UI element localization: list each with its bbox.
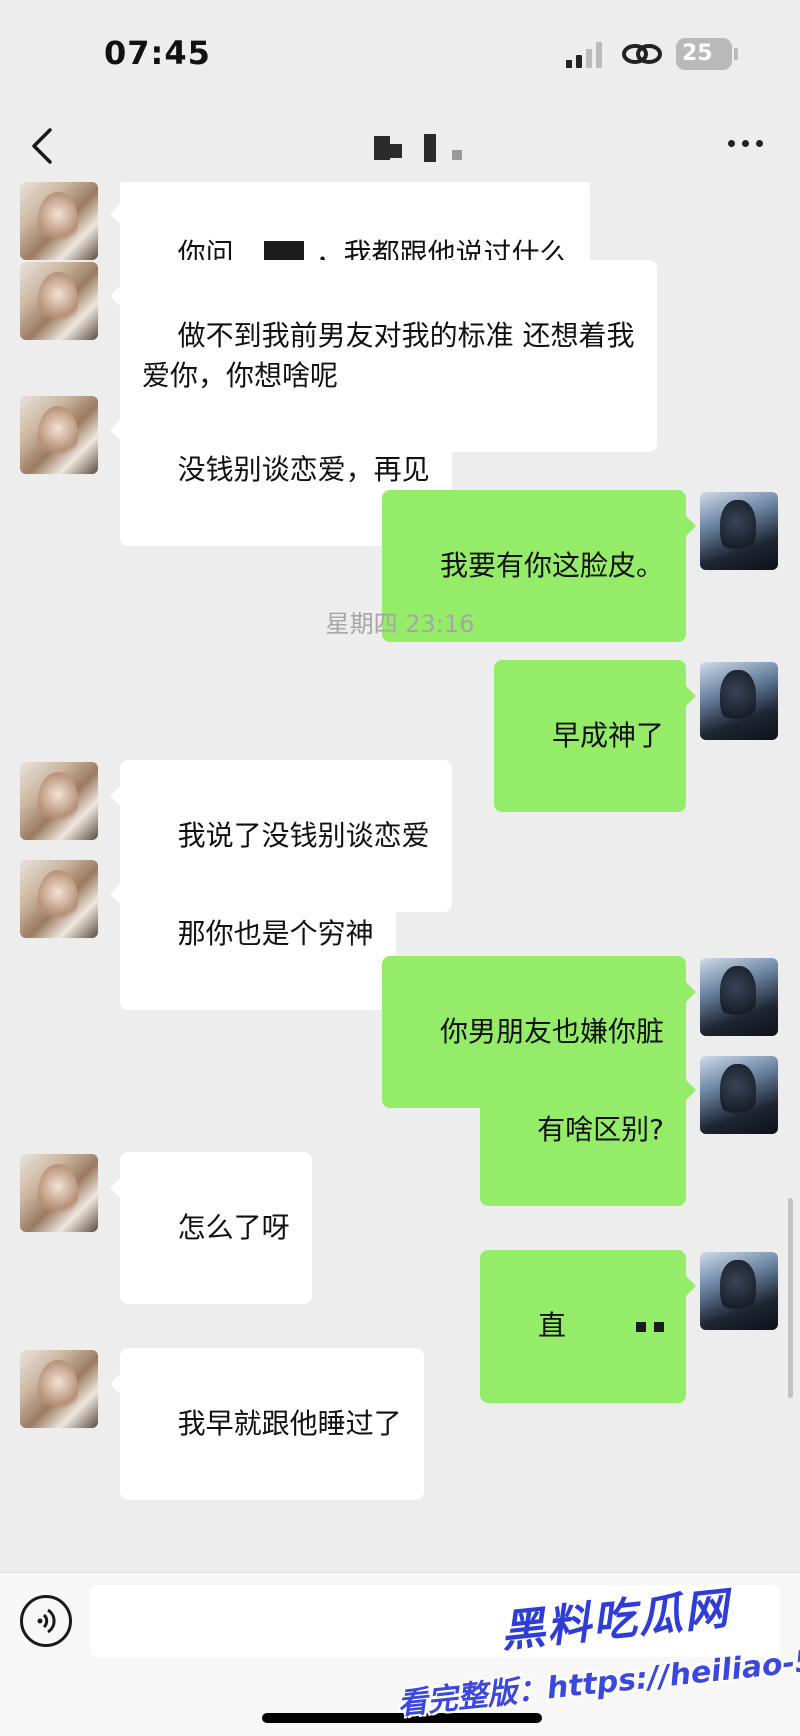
message-text: 怎么了呀 bbox=[177, 1211, 290, 1244]
contact-avatar[interactable] bbox=[20, 762, 98, 840]
battery-indicator: 25 bbox=[676, 38, 732, 70]
chat-timestamp: 星期四 23:16 bbox=[325, 610, 475, 638]
contact-avatar[interactable] bbox=[20, 262, 98, 340]
contact-avatar[interactable] bbox=[20, 396, 98, 474]
message-text: 我要有你这脸皮。 bbox=[439, 549, 664, 582]
my-avatar[interactable] bbox=[700, 662, 778, 740]
message-bubble-received[interactable]: 我早就跟他睡过了 bbox=[110, 1348, 424, 1500]
battery-level: 25 bbox=[682, 41, 713, 66]
status-bar: 07:45 25 bbox=[0, 0, 800, 110]
more-dots-icon[interactable] bbox=[728, 140, 768, 150]
signal-icon bbox=[566, 42, 608, 68]
message-text: 早成神了 bbox=[551, 719, 664, 752]
message-text: 我早就跟他睡过了 bbox=[177, 1407, 402, 1440]
message-bubble-sent[interactable]: 直 bbox=[480, 1250, 696, 1403]
my-avatar[interactable] bbox=[700, 1056, 778, 1134]
contact-avatar[interactable] bbox=[20, 1154, 98, 1232]
my-avatar[interactable] bbox=[700, 958, 778, 1036]
contact-avatar[interactable] bbox=[20, 1350, 98, 1428]
message-text: 你男朋友也嫌你脏 bbox=[439, 1015, 664, 1048]
message-bubble-sent[interactable]: 有啥区别? bbox=[479, 1054, 697, 1206]
message-bubble-sent[interactable]: 早成神了 bbox=[494, 660, 696, 812]
message-text: 我说了没钱别谈恋爱 bbox=[177, 819, 430, 852]
scrollbar[interactable] bbox=[788, 1198, 793, 1398]
chat-title-redacted bbox=[360, 130, 480, 166]
contact-avatar[interactable] bbox=[20, 182, 98, 260]
nav-bar bbox=[0, 110, 800, 182]
battery-cap bbox=[734, 48, 738, 60]
chat-message-list[interactable]: 你问 ，我都跟他说过什么 做不到我前男友对我的标准 还想着我 爱你，你想啥呢 没钱… bbox=[0, 182, 800, 1572]
my-avatar[interactable] bbox=[700, 1252, 778, 1330]
message-text: 做不到我前男友对我的标准 还想着我 爱你，你想啥呢 bbox=[142, 319, 635, 392]
voice-icon bbox=[37, 1608, 56, 1634]
message-text: 直 bbox=[537, 1309, 566, 1342]
link-icon bbox=[622, 44, 662, 64]
message-bubble-received[interactable]: 怎么了呀 bbox=[110, 1152, 312, 1304]
message-bubble-received[interactable]: 那你也是个穷神 bbox=[110, 858, 396, 1010]
status-time: 07:45 bbox=[104, 34, 211, 72]
redaction-mark bbox=[566, 1307, 636, 1347]
chevron-left-icon[interactable] bbox=[24, 124, 64, 168]
message-text: 那你也是个穷神 bbox=[177, 917, 374, 950]
redaction-mark bbox=[654, 1322, 664, 1332]
message-text: 没钱别谈恋爱，再见 bbox=[177, 453, 430, 486]
my-avatar[interactable] bbox=[700, 492, 778, 570]
voice-button[interactable] bbox=[20, 1595, 72, 1647]
message-text: 有啥区别? bbox=[537, 1113, 664, 1146]
contact-avatar[interactable] bbox=[20, 860, 98, 938]
redaction-mark bbox=[636, 1322, 646, 1332]
